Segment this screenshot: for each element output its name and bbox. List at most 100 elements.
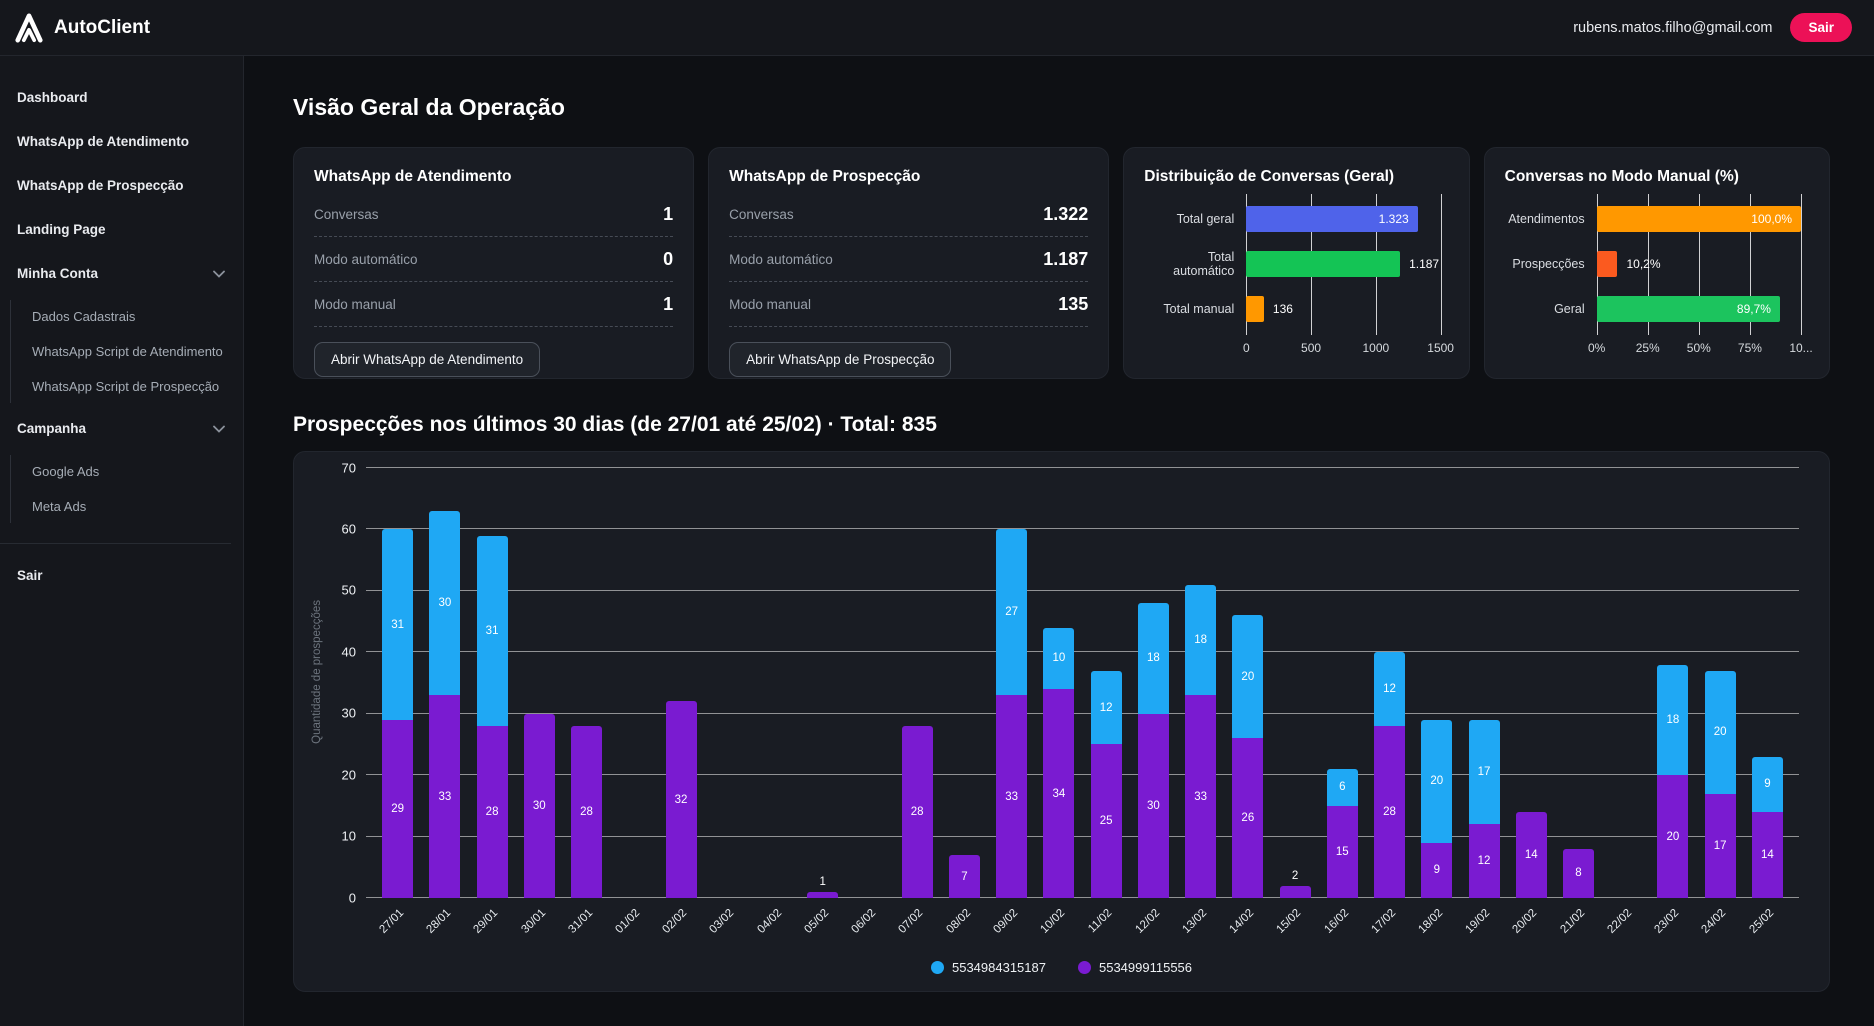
open-whatsapp-atendimento-button[interactable]: Abrir WhatsApp de Atendimento — [314, 342, 540, 377]
segment-value-label: 18 — [1667, 714, 1680, 726]
manual-mode-chart-card: Conversas no Modo Manual (%) Atendimento… — [1484, 147, 1830, 379]
bar — [1246, 296, 1264, 322]
sidebar-item-campanha[interactable]: Campanha — [0, 411, 243, 446]
bar-segment: 28 — [477, 726, 508, 898]
bars-layer: 3129303331283028321287273310341225183018… — [366, 468, 1799, 898]
legend-item[interactable]: 5534984315187 — [931, 960, 1046, 975]
bar-track: 10,2% — [1597, 251, 1801, 277]
segment-value-label: 20 — [1241, 671, 1254, 683]
x-tick: 20/02 — [1508, 898, 1555, 944]
bar-segment: 12 — [1091, 671, 1122, 745]
segment-value-label: 14 — [1761, 849, 1774, 861]
x-tick: 15/02 — [1271, 898, 1318, 944]
segment-value-label: 30 — [438, 597, 451, 609]
bar-segment: 9 — [1752, 757, 1783, 812]
segment-value-label: 15 — [1336, 846, 1349, 858]
category-label: Prospecções — [1505, 257, 1597, 271]
stacked-bar: 9 14 — [1752, 757, 1783, 898]
x-tick: 18/02 — [1413, 898, 1460, 944]
bar-segment: 10 — [1043, 628, 1074, 689]
x-tick: 17/02 — [1366, 898, 1413, 944]
sidebar-item-meta-ads[interactable]: Meta Ads — [11, 490, 243, 523]
stat-row: Conversas 1 — [314, 192, 673, 237]
x-tick: 08/02 — [941, 898, 988, 944]
logout-button[interactable]: Sair — [1790, 13, 1852, 42]
x-tick-label: 23/02 — [1653, 907, 1682, 936]
segment-value-label: 28 — [1383, 806, 1396, 818]
x-tick: 12/02 — [1130, 898, 1177, 944]
user-email: rubens.matos.filho@gmail.com — [1573, 20, 1772, 36]
legend-item[interactable]: 5534999115556 — [1078, 960, 1192, 975]
x-tick: 25/02 — [1744, 898, 1791, 944]
legend-label: 5534984315187 — [952, 960, 1046, 975]
tick-label: 50% — [1687, 341, 1711, 355]
bar — [1597, 251, 1618, 277]
segment-value-label: 18 — [1147, 652, 1160, 664]
bar-segment: 31 — [477, 536, 508, 726]
stacked-bar: 7 — [949, 855, 980, 898]
sidebar-item-landing-page[interactable]: Landing Page — [0, 212, 243, 247]
sidebar-item-whatsapp-prospeccao[interactable]: WhatsApp de Prospecção — [0, 168, 243, 203]
stacked-bar: 14 — [1516, 812, 1547, 898]
brand: AutoClient — [14, 13, 150, 43]
x-tick-label: 13/02 — [1180, 907, 1209, 936]
chart-row: Total geral1.323 — [1144, 196, 1448, 241]
x-tick-label: 20/02 — [1511, 907, 1540, 936]
chart-legend: 5534984315187 5534999115556 — [320, 960, 1803, 977]
bar-segment: 33 — [1185, 695, 1216, 898]
bar-column: 30 — [516, 714, 563, 898]
chart-row: Total manual136 — [1144, 286, 1448, 331]
value-label: 10,2% — [1626, 257, 1660, 271]
manual-mode-chart: Atendimentos100,0%Prospecções10,2%Geral8… — [1505, 196, 1809, 359]
bar-column: 3128 — [468, 536, 515, 898]
bar-segment: 18 — [1138, 603, 1169, 714]
sidebar-item-script-atendimento[interactable]: WhatsApp Script de Atendimento — [11, 335, 243, 368]
x-tick-label: 01/02 — [613, 907, 642, 936]
bar — [1246, 251, 1400, 277]
bar-segment: 9 — [1421, 843, 1452, 898]
stacked-bar: 1712 — [1469, 720, 1500, 898]
stacked-bar: 2017 — [1705, 671, 1736, 898]
category-label: Total geral — [1144, 212, 1246, 226]
x-tick: 16/02 — [1319, 898, 1366, 944]
x-tick-label: 27/01 — [377, 907, 406, 936]
sidebar-item-script-prospeccao[interactable]: WhatsApp Script de Prospecção — [11, 370, 243, 403]
sidebar-item-whatsapp-atendimento[interactable]: WhatsApp de Atendimento — [0, 124, 243, 159]
bar-column: 8 — [1555, 849, 1602, 898]
stacked-bar: 209 — [1421, 720, 1452, 898]
bar-segment: 20 — [1657, 775, 1688, 898]
x-tick: 21/02 — [1555, 898, 1602, 944]
y-tick-label: 60 — [342, 521, 356, 536]
bar-track: 89,7% — [1597, 296, 1801, 322]
x-axis-labels: 27/0128/0129/0130/0131/0101/0202/0203/02… — [366, 898, 1799, 944]
tick-label: 1500 — [1427, 341, 1454, 355]
category-label: Total automático — [1144, 250, 1246, 278]
segment-value-label: 27 — [1005, 606, 1018, 618]
open-whatsapp-prospeccao-button[interactable]: Abrir WhatsApp de Prospecção — [729, 342, 951, 377]
value-label: 89,7% — [1737, 302, 1771, 316]
x-tick-label: 28/01 — [425, 907, 454, 936]
bar-segment: 28 — [902, 726, 933, 898]
bar-segment: 12 — [1374, 652, 1405, 726]
bar-column: 1820 — [1649, 665, 1696, 898]
sidebar-item-google-ads[interactable]: Google Ads — [11, 455, 243, 488]
bar-segment: 27 — [996, 529, 1027, 695]
stacked-bar: 3129 — [382, 529, 413, 898]
tick-label: 500 — [1301, 341, 1321, 355]
bar-column: 28 — [563, 726, 610, 898]
bar-column: 9 14 — [1744, 757, 1791, 898]
sidebar-item-dados-cadastrais[interactable]: Dados Cadastrais — [11, 300, 243, 333]
prospect-chart-panel: Quantidade de prospecções 01020304050607… — [293, 451, 1830, 992]
card-title: Distribuição de Conversas (Geral) — [1144, 168, 1448, 186]
x-tick: 10/02 — [1035, 898, 1082, 944]
legend-dot-icon — [931, 961, 944, 974]
stacked-bar: 28 — [902, 726, 933, 898]
y-tick-label: 30 — [342, 706, 356, 721]
sidebar-item-dashboard[interactable]: Dashboard — [0, 80, 243, 115]
bar-column: 1225 — [1083, 671, 1130, 898]
bar-segment: 7 — [949, 855, 980, 898]
sidebar-item-sair[interactable]: Sair — [0, 558, 243, 593]
x-tick-label: 24/02 — [1700, 907, 1729, 936]
sidebar-item-minha-conta[interactable]: Minha Conta — [0, 256, 243, 291]
stacked-bar: 8 — [1563, 849, 1594, 898]
